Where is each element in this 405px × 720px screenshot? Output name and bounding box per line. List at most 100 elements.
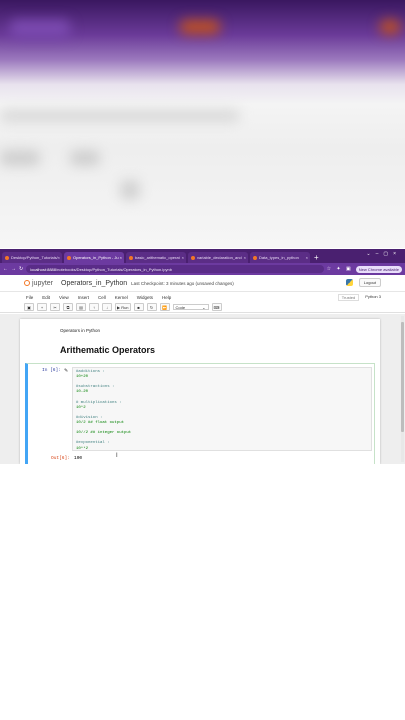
blur-shape: [10, 20, 70, 38]
jupyter-logo-icon: [24, 280, 30, 286]
jupyter-favicon-icon: [67, 255, 71, 260]
reload-icon[interactable]: ↻: [19, 266, 23, 272]
close-icon[interactable]: ×: [58, 255, 60, 260]
blur-shape: [120, 180, 140, 200]
scrollbar[interactable]: [401, 316, 404, 462]
text-cursor-icon: I: [116, 453, 118, 459]
add-cell-icon[interactable]: +: [37, 303, 47, 311]
code-line: #exponential :: [76, 441, 110, 446]
close-icon[interactable]: ×: [120, 255, 122, 260]
jupyter-logo[interactable]: jupyter: [24, 280, 53, 287]
jupyter-favicon-icon: [191, 255, 195, 260]
code-line: #additions :: [76, 370, 105, 374]
menu-widgets[interactable]: Widgets: [137, 295, 153, 300]
restart-icon[interactable]: ↻: [146, 303, 157, 311]
close-icon[interactable]: ×: [182, 255, 184, 260]
stop-icon[interactable]: ■: [133, 303, 144, 311]
browser-tab[interactable]: basic_arithematic_operat ×: [126, 252, 186, 263]
jupyter-favicon-icon: [5, 255, 9, 260]
cell-type-value: Code: [175, 304, 186, 310]
menu-bar: File Edit View Insert Cell Kernel Widget…: [0, 291, 405, 302]
menu-insert[interactable]: Insert: [78, 295, 89, 300]
output-prompt: Out[6]:: [51, 456, 70, 461]
code-line: 10+20: [76, 375, 89, 380]
keyboard-icon[interactable]: ⌨: [211, 303, 222, 311]
tab-label: Desktop/Python_Tutorials/: [11, 255, 58, 260]
extension-icons[interactable]: ☆ ✦ ▣: [327, 266, 353, 272]
url-field[interactable]: localhost:8888/notebooks/Desktop/Python_…: [26, 265, 324, 273]
jupyter-favicon-icon: [253, 255, 257, 260]
copy-icon[interactable]: ⧉: [63, 303, 73, 311]
python-logo-icon: [345, 279, 353, 286]
url-host: localhost:8888: [30, 266, 56, 272]
blur-shape: [180, 20, 220, 34]
code-line: 10//2 ## integer output: [76, 431, 132, 436]
code-line: #division :: [76, 415, 103, 420]
tab-bar: Desktop/Python_Tutorials/× Operators_in_…: [0, 249, 405, 263]
menu-view[interactable]: View: [59, 295, 69, 300]
code-line: #substractions :: [76, 385, 115, 390]
logout-button[interactable]: Logout: [358, 278, 381, 287]
code-line: 10*2: [76, 405, 86, 410]
code-editor[interactable]: #additions :10+20 #substractions :10-20 # …: [72, 367, 372, 451]
code-line: 10-20: [76, 390, 89, 395]
address-bar-row: ← → ↻ localhost:8888/notebooks/Desktop/P…: [0, 263, 405, 275]
notebook-area: Operators in Python Arithematic Operator…: [0, 314, 405, 464]
kernel-name: Python 3: [365, 294, 381, 299]
new-chrome-available-button[interactable]: New Chrome available: [355, 265, 402, 273]
tab-label: Data_types_in_python: [259, 255, 299, 260]
menu-help[interactable]: Help: [162, 295, 171, 300]
tab-label: Operators_in_Python - Ju: [73, 255, 119, 260]
menu-cell[interactable]: Cell: [98, 295, 106, 300]
code-line: 10**2: [76, 446, 89, 451]
url-path: /notebooks/Desktop/Python_Tutorials/Oper…: [56, 266, 172, 272]
browser-tab[interactable]: Data_types_in_python ×: [250, 252, 310, 263]
jupyter-brand: jupyter: [32, 279, 54, 287]
trusted-indicator[interactable]: Trusted: [337, 294, 360, 301]
code-cell[interactable]: In [6]: ✎ #additions :10+20 #substraction…: [25, 363, 375, 464]
fast-forward-icon[interactable]: ⏩: [159, 303, 170, 311]
run-label: Run: [121, 304, 129, 310]
output-value: 100: [74, 456, 83, 461]
cell-type-select[interactable]: Code ⌄: [172, 304, 209, 310]
code-line: # multiplications :: [76, 400, 122, 405]
save-icon[interactable]: ▣: [24, 303, 34, 311]
paste-icon[interactable]: ▤: [76, 303, 86, 311]
move-up-icon[interactable]: ↑: [89, 303, 99, 311]
cut-icon[interactable]: ✂: [50, 303, 60, 311]
blur-shape: [0, 150, 40, 166]
blur-shape: [380, 20, 400, 34]
forward-icon[interactable]: →: [11, 266, 16, 272]
notebook-page: Operators in Python Arithematic Operator…: [20, 319, 380, 464]
browser-window: Desktop/Python_Tutorials/× Operators_in_…: [0, 249, 405, 464]
blur-shape: [0, 110, 240, 122]
scrollbar-thumb[interactable]: [401, 322, 404, 432]
new-tab-icon[interactable]: +: [314, 252, 319, 263]
close-icon[interactable]: ×: [306, 255, 308, 260]
notebook-name[interactable]: Operators_in_Python: [61, 280, 127, 287]
blur-shape: [70, 150, 100, 166]
section-heading: Arithematic Operators: [60, 345, 156, 355]
code-line: 10/2 ## float output: [76, 421, 125, 425]
jupyter-favicon-icon: [129, 255, 133, 260]
close-icon[interactable]: ×: [244, 255, 246, 260]
browser-tab[interactable]: variable_declaration_and ×: [188, 252, 248, 263]
jupyter-header: jupyter Operators_in_Python Last Checkpo…: [0, 275, 405, 291]
menu-file[interactable]: File: [26, 295, 33, 300]
markdown-text: Operators in Python: [60, 328, 101, 333]
tab-label: variable_declaration_and: [197, 255, 242, 260]
menu-kernel[interactable]: Kernel: [115, 295, 128, 300]
browser-tab-active[interactable]: Operators_in_Python - Ju ×: [64, 252, 124, 263]
checkpoint-status: Last Checkpoint: 3 minutes ago (unsaved …: [131, 280, 234, 286]
blurred-background: [0, 0, 405, 248]
window-controls[interactable]: ⌄–▢×: [366, 251, 401, 257]
chevron-down-icon: ⌄: [202, 304, 206, 310]
back-icon[interactable]: ←: [3, 266, 8, 272]
notebook-toolbar: ▣ + ✂ ⧉ ▤ ↑ ↓ ▶ Run ■ ↻ ⏩ Code ⌄ ⌨: [0, 302, 405, 313]
browser-tab[interactable]: Desktop/Python_Tutorials/×: [2, 252, 62, 263]
move-down-icon[interactable]: ↓: [102, 303, 112, 311]
edit-mode-icon: ✎: [64, 368, 69, 374]
menu-edit[interactable]: Edit: [42, 295, 50, 300]
tab-label: basic_arithematic_operat: [135, 255, 180, 260]
run-button[interactable]: ▶ Run: [115, 303, 131, 311]
